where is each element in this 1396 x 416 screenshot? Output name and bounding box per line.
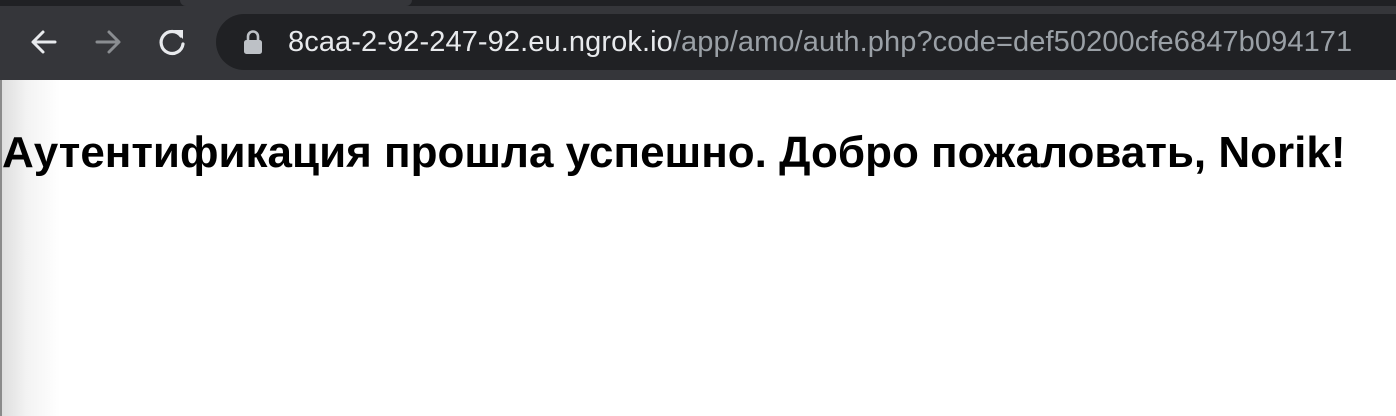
arrow-left-icon: [31, 30, 57, 54]
lock-icon[interactable]: [242, 29, 264, 55]
page-heading: Аутентификация прошла успешно. Добро пож…: [2, 128, 1346, 177]
reload-icon: [159, 29, 185, 56]
active-tab[interactable]: [180, 0, 412, 6]
address-bar[interactable]: 8caa-2-92-247-92.eu.ngrok.io/app/amo/aut…: [216, 14, 1396, 70]
url-host: 8caa-2-92-247-92.eu.ngrok.io: [288, 25, 673, 58]
forward-button[interactable]: [86, 20, 130, 64]
back-button[interactable]: [22, 20, 66, 64]
url-text[interactable]: 8caa-2-92-247-92.eu.ngrok.io/app/amo/aut…: [288, 26, 1352, 59]
url-path: /app/amo/auth.php?code=def50200cfe6847b0…: [672, 25, 1353, 58]
browser-window: 8caa-2-92-247-92.eu.ngrok.io/app/amo/aut…: [0, 0, 1396, 416]
reload-button[interactable]: [150, 20, 194, 64]
arrow-right-icon: [95, 30, 121, 54]
browser-toolbar: 8caa-2-92-247-92.eu.ngrok.io/app/amo/aut…: [0, 0, 1396, 80]
page-content: Аутентификация прошла успешно. Добро пож…: [0, 80, 1396, 416]
